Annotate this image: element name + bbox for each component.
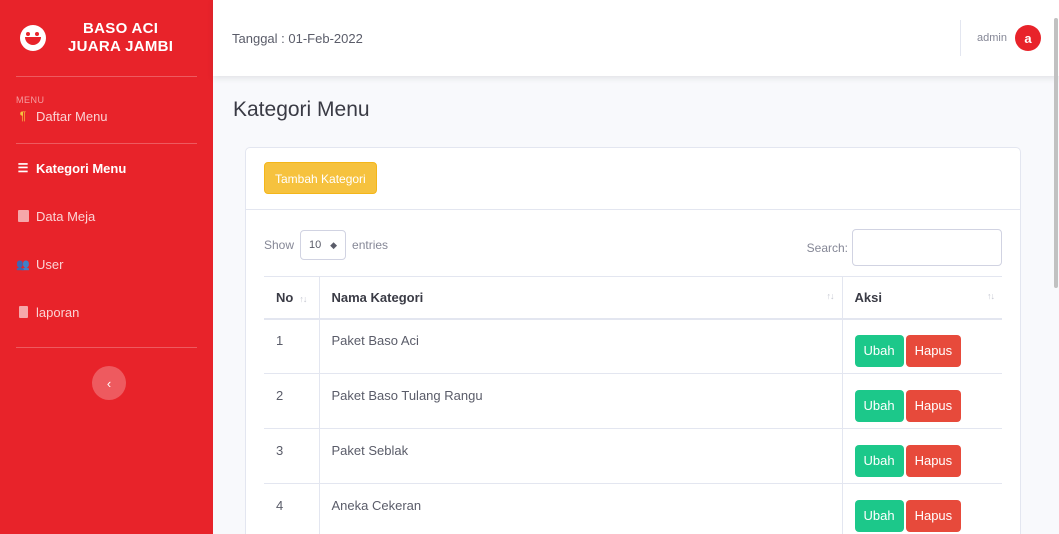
select-arrows-icon: ◆	[330, 239, 338, 250]
edit-button[interactable]: Ubah	[854, 335, 904, 368]
column-header-no[interactable]: No ↑↓	[264, 276, 319, 320]
users-icon: 👥	[16, 258, 30, 271]
page-scrollbar[interactable]	[1053, 0, 1059, 534]
card-header: Tambah Kategori	[246, 148, 1020, 210]
add-category-button[interactable]: Tambah Kategori	[264, 162, 377, 194]
row-no-text: 3	[276, 442, 284, 458]
delete-button[interactable]: Hapus	[905, 335, 962, 368]
edit-button[interactable]: Ubah	[854, 390, 904, 422]
edit-button[interactable]: Ubah	[854, 500, 904, 532]
row-nama-text: Paket Baso Tulang Rangu	[331, 387, 483, 403]
row-no-text: 2	[276, 387, 284, 403]
table-icon	[16, 209, 30, 223]
sidebar-item-data-meja[interactable]: Data Meja	[0, 192, 213, 240]
row-no-text: 1	[276, 332, 284, 348]
row-no: 4	[264, 483, 319, 534]
username: admin	[977, 32, 1007, 44]
sidebar-item-label: User	[36, 256, 64, 272]
sidebar-item-laporan[interactable]: laporan	[0, 288, 213, 336]
sidebar-toggle-button[interactable]: ‹	[92, 366, 126, 400]
column-header-aksi[interactable]: Aksi ↑↓	[841, 276, 1002, 320]
sidebar-item-label: Kategori Menu	[36, 160, 127, 176]
scrollbar-thumb[interactable]	[1054, 18, 1058, 288]
sidebar-item-label: Daftar Menu	[36, 109, 108, 124]
row-nama: Paket Baso Tulang Rangu	[318, 373, 842, 429]
brand-line-2: JUARA JAMBI	[68, 38, 174, 55]
avatar: a	[1015, 25, 1041, 51]
laughing-face-icon	[20, 25, 46, 51]
column-header-label: No	[276, 289, 294, 305]
table-header-row: No ↑↓ Nama Kategori ↑↓ Aksi ↑↓	[264, 276, 1002, 320]
category-card: Tambah Kategori Show 10 ◆ entries Search…	[245, 147, 1021, 534]
table-row: 2 Paket Baso Tulang Rangu Ubah Hapus	[264, 373, 1002, 429]
brand-name: BASO ACI JUARA JAMBI	[68, 20, 173, 56]
row-nama-text: Aneka Cekeran	[331, 497, 422, 513]
column-header-nama-kategori[interactable]: Nama Kategori ↑↓	[318, 276, 842, 320]
column-header-label: Aksi	[854, 289, 882, 305]
sort-icon: ↑↓	[826, 291, 835, 301]
search-input[interactable]	[852, 229, 1002, 266]
row-actions: Ubah Hapus	[841, 373, 1002, 429]
sort-icon: ↑↓	[987, 291, 995, 301]
sidebar-divider	[16, 347, 197, 348]
entries-select[interactable]: 10 ◆	[300, 230, 347, 260]
entries-label: entries	[352, 238, 389, 252]
brand[interactable]: BASO ACI JUARA JAMBI	[0, 0, 213, 76]
list-icon: ☰	[17, 161, 29, 175]
row-nama-text: Paket Baso Aci	[331, 332, 419, 348]
entries-value: 10	[309, 239, 322, 251]
row-no: 3	[264, 428, 319, 484]
row-no: 2	[264, 373, 319, 429]
user-dropdown[interactable]: admin a	[960, 20, 1041, 56]
show-label: Show	[264, 238, 295, 252]
date-label: Tanggal : 01-Feb-2022	[232, 30, 363, 46]
brand-line-1: BASO ACI	[83, 20, 159, 37]
sort-icon: ↑↓	[299, 293, 307, 304]
row-actions: Ubah Hapus	[841, 428, 1002, 484]
row-nama: Paket Seblak	[318, 428, 842, 484]
row-actions: Ubah Hapus	[841, 483, 1002, 534]
sidebar-item-daftar-menu[interactable]: ¶ Daftar Menu	[0, 109, 213, 139]
chevron-left-icon: ‹	[106, 375, 112, 391]
utensils-icon: ¶	[19, 109, 27, 123]
sidebar-item-kategori-menu[interactable]: ☰ Kategori Menu	[0, 144, 213, 192]
row-nama: Aneka Cekeran	[318, 483, 842, 534]
row-nama-text: Paket Seblak	[331, 442, 409, 458]
file-icon	[16, 305, 30, 319]
topbar: Tanggal : 01-Feb-2022 admin a	[213, 0, 1059, 76]
category-table: No ↑↓ Nama Kategori ↑↓ Aksi ↑↓ 1 Paket Baso…	[264, 276, 1002, 534]
column-header-label: Nama Kategori	[331, 289, 424, 305]
sidebar-heading: MENU	[16, 95, 45, 105]
table-row: 1 Paket Baso Aci Ubah Hapus	[264, 318, 1002, 374]
row-no-text: 4	[276, 497, 284, 513]
table-row: 3 Paket Seblak Ubah Hapus	[264, 428, 1002, 484]
edit-button[interactable]: Ubah	[854, 445, 904, 477]
row-no: 1	[264, 318, 319, 374]
sidebar-item-label: Data Meja	[36, 208, 96, 224]
delete-button[interactable]: Hapus	[905, 445, 962, 477]
search-box: Search:	[807, 229, 1002, 266]
page-title: Kategori Menu	[233, 98, 370, 121]
delete-button[interactable]: Hapus	[905, 500, 962, 532]
row-nama: Paket Baso Aci	[318, 318, 842, 374]
sidebar-item-user[interactable]: 👥 User	[0, 240, 213, 288]
search-label: Search:	[806, 240, 848, 255]
table-row: 4 Aneka Cekeran Ubah Hapus	[264, 483, 1002, 534]
sidebar: BASO ACI JUARA JAMBI MENU ¶ Daftar Menu …	[0, 0, 213, 534]
delete-button[interactable]: Hapus	[905, 390, 962, 422]
row-actions: Ubah Hapus	[841, 318, 1002, 374]
sidebar-item-label: laporan	[36, 304, 80, 320]
entries-length: Show 10 ◆ entries	[264, 230, 388, 260]
table-controls: Show 10 ◆ entries Search:	[246, 210, 1020, 268]
